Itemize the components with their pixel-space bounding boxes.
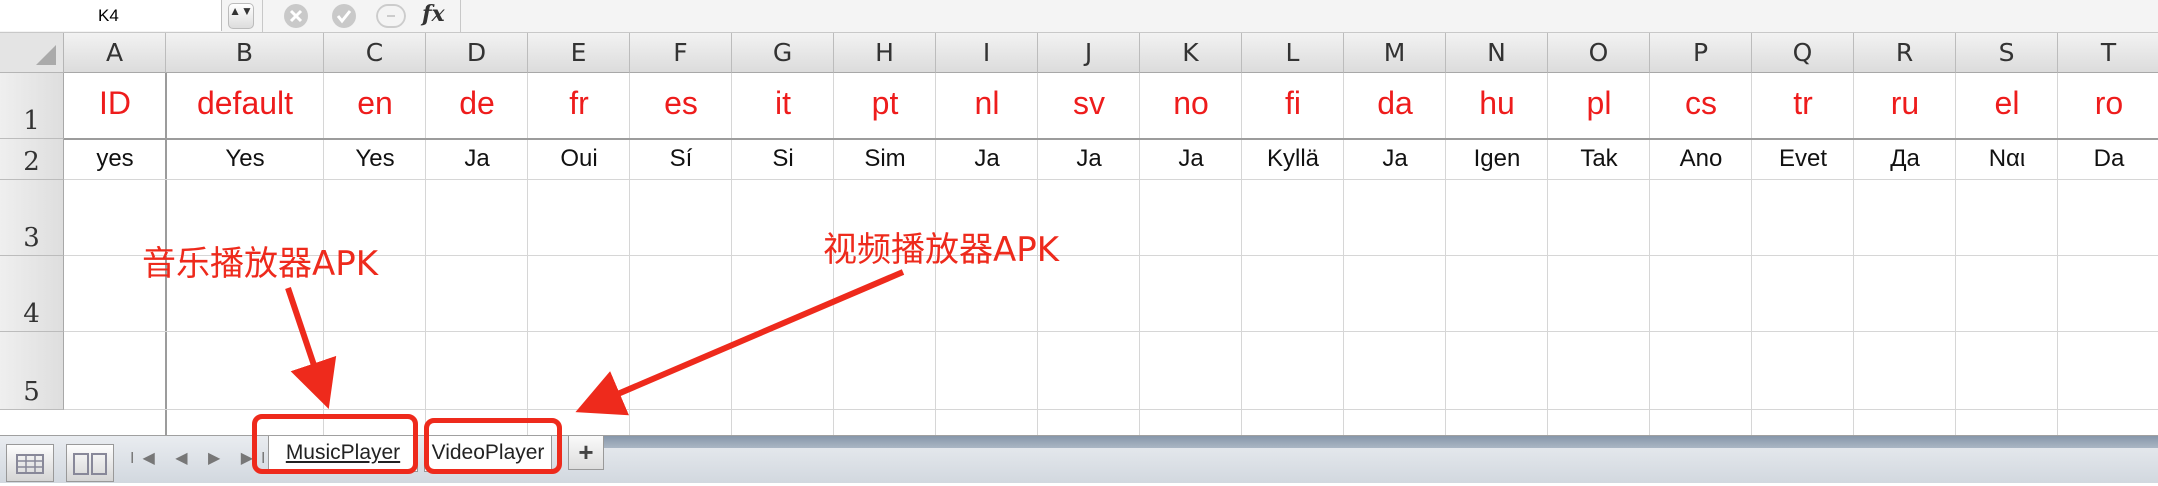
annotation-arrows: [285, 269, 905, 416]
page-layout-view-button[interactable]: [66, 444, 114, 482]
video-tab-highlight: [424, 418, 562, 474]
video-arrow: [575, 269, 905, 416]
music-tab-highlight: [252, 414, 418, 474]
add-sheet-button[interactable]: +: [568, 436, 604, 470]
normal-view-button[interactable]: [6, 444, 54, 482]
music-arrow: [285, 287, 337, 410]
